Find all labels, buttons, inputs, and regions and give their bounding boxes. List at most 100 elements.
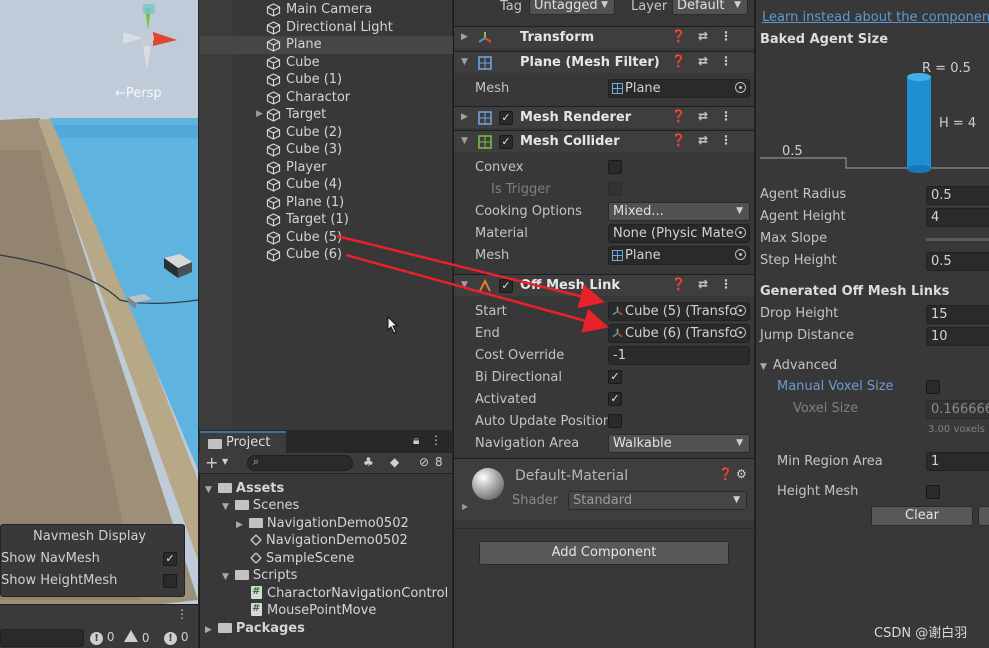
chevron-right-icon[interactable]: ▶ xyxy=(462,502,468,511)
drop-height-input[interactable]: 15 xyxy=(926,305,989,324)
off-mesh-link-header[interactable]: ▼ ✓ Off Mesh Link ❓⇄⋮ xyxy=(454,274,754,296)
agent-height-input[interactable]: 4 xyxy=(926,208,989,227)
step-height-input[interactable]: 0.5 xyxy=(926,252,989,271)
show-heightmesh-checkbox[interactable] xyxy=(163,574,177,588)
project-search-input[interactable]: ⌕ xyxy=(247,455,353,471)
tree-item-script-file[interactable]: CharactorNavigationControl xyxy=(251,583,448,603)
agent-radius-input[interactable]: 0.5 xyxy=(926,186,989,205)
manual-voxel-checkbox[interactable] xyxy=(926,380,940,394)
lock-icon[interactable]: 🔒︎ xyxy=(413,433,419,448)
add-component-button[interactable]: Add Component xyxy=(479,541,729,565)
filter-type-icon[interactable]: ♣ xyxy=(363,455,374,469)
hierarchy-item[interactable]: Cube (4) xyxy=(200,176,453,194)
component-header-icons[interactable]: ❓⇄⋮ xyxy=(671,133,744,147)
component-header-icons[interactable]: ❓⇄⋮ xyxy=(671,277,744,291)
help-icon[interactable]: ❓ xyxy=(671,54,698,68)
component-header-icons[interactable]: ❓⇄⋮ xyxy=(671,109,744,123)
transform-header[interactable]: ▶ Transform ❓⇄⋮ xyxy=(454,26,754,48)
gear-icon[interactable]: ⚙ xyxy=(736,467,747,481)
tree-item-packages[interactable]: ▶ Packages xyxy=(205,620,305,638)
hierarchy-item[interactable]: Cube (2) xyxy=(200,124,453,142)
mesh-collider-header[interactable]: ▼ ✓ Mesh Collider ❓⇄⋮ xyxy=(454,130,754,152)
more-menu-icon[interactable]: ⋮ xyxy=(720,133,744,147)
activated-checkbox[interactable]: ✓ xyxy=(608,392,622,406)
collider-mesh-field[interactable]: Plane xyxy=(608,246,750,265)
object-picker-icon[interactable] xyxy=(735,227,746,238)
hierarchy-item[interactable]: Main Camera xyxy=(200,1,453,19)
preset-icon[interactable]: ⇄ xyxy=(698,54,720,68)
navigation-area-dropdown[interactable]: Walkable ▼ xyxy=(608,434,750,453)
auto-update-checkbox[interactable] xyxy=(608,414,622,428)
tree-item-scene-folder[interactable]: ▶ NavigationDemo0502 xyxy=(236,515,409,533)
mesh-renderer-header[interactable]: ▶ ✓ Mesh Renderer ❓⇄⋮ xyxy=(454,106,754,128)
persp-label[interactable]: ←Persp xyxy=(115,86,162,101)
more-menu-icon[interactable]: ⋮ xyxy=(720,29,744,43)
hierarchy-item[interactable]: Cube (1) xyxy=(200,71,453,89)
hierarchy-item[interactable]: Cube (5) xyxy=(200,229,453,247)
jump-distance-input[interactable]: 10 xyxy=(926,327,989,346)
cooking-options-dropdown[interactable]: Mixed... ▼ xyxy=(608,202,750,221)
enabled-checkbox[interactable]: ✓ xyxy=(499,135,513,149)
bake-button[interactable] xyxy=(978,506,989,526)
tree-item-scripts[interactable]: ▼ Scripts xyxy=(222,567,297,585)
preset-icon[interactable]: ⇄ xyxy=(698,109,720,123)
enabled-checkbox[interactable]: ✓ xyxy=(499,279,513,293)
help-icon[interactable]: ❓ xyxy=(671,277,698,291)
cost-override-input[interactable]: -1 xyxy=(608,346,750,365)
more-menu-icon[interactable]: ⋮ xyxy=(720,109,744,123)
bi-directional-checkbox[interactable]: ✓ xyxy=(608,370,622,384)
convex-checkbox[interactable] xyxy=(608,160,622,174)
hierarchy-item[interactable]: Player xyxy=(200,159,453,177)
hidden-packages-icon[interactable]: ⊘ xyxy=(419,455,429,469)
help-icon[interactable]: ❓ xyxy=(718,467,733,481)
advanced-foldout[interactable]: ▼ Advanced xyxy=(760,358,837,373)
hierarchy-item[interactable]: Charactor xyxy=(200,89,453,107)
hierarchy-item[interactable]: Cube (3) xyxy=(200,141,453,159)
hierarchy-item[interactable]: Plane (1) xyxy=(200,194,453,212)
scene-gizmo[interactable] xyxy=(105,0,190,80)
object-picker-icon[interactable] xyxy=(735,249,746,260)
tree-item-scene-file[interactable]: SampleScene xyxy=(250,550,354,568)
help-icon[interactable]: ❓ xyxy=(671,29,698,43)
tab-project[interactable]: Project xyxy=(200,431,286,453)
tag-dropdown[interactable]: Untagged ▼ xyxy=(529,0,615,15)
component-header-icons[interactable]: ❓⇄⋮ xyxy=(671,54,744,68)
clear-button[interactable]: Clear xyxy=(871,506,973,526)
end-transform-field[interactable]: Cube (6) (Transfo xyxy=(608,324,750,343)
min-region-input[interactable]: 1 xyxy=(926,452,989,471)
hierarchy-item[interactable]: Directional Light xyxy=(200,19,453,37)
hierarchy-item[interactable]: Plane xyxy=(200,36,453,54)
preset-icon[interactable]: ⇄ xyxy=(698,277,720,291)
hierarchy-item[interactable]: ▶ Target xyxy=(200,106,453,124)
add-asset-button[interactable]: + xyxy=(205,453,218,472)
max-slope-slider[interactable] xyxy=(926,238,989,241)
physic-material-field[interactable]: None (Physic Mate xyxy=(608,224,750,243)
help-icon[interactable]: ❓ xyxy=(671,109,698,123)
preset-icon[interactable]: ⇄ xyxy=(698,29,720,43)
component-header-icons[interactable]: ❓⇄⋮ xyxy=(671,29,744,43)
enabled-checkbox[interactable]: ✓ xyxy=(499,111,513,125)
tree-item-scene-file[interactable]: NavigationDemo0502 xyxy=(250,532,408,550)
label-filter-icon[interactable]: ◆ xyxy=(390,455,399,469)
layer-dropdown[interactable]: Default ▼ xyxy=(672,0,748,15)
hierarchy-item[interactable]: Cube xyxy=(200,54,453,72)
tree-item-scenes[interactable]: ▼ Scenes xyxy=(222,497,299,515)
hierarchy-item[interactable]: Cube (6) xyxy=(200,246,453,264)
more-menu-icon[interactable]: ⋮ xyxy=(176,607,188,621)
learn-component-link[interactable]: Learn instead about the component xyxy=(762,10,989,25)
tree-item-script-file[interactable]: MousePointMove xyxy=(251,600,376,620)
tree-item-assets[interactable]: ▼ Assets xyxy=(205,480,284,498)
object-picker-icon[interactable] xyxy=(735,82,746,93)
hierarchy-item[interactable]: Target (1) xyxy=(200,211,453,229)
mesh-field[interactable]: Plane xyxy=(608,79,750,98)
more-menu-icon[interactable]: ⋮ xyxy=(720,54,744,68)
object-picker-icon[interactable] xyxy=(735,305,746,316)
more-menu-icon[interactable]: ⋮ xyxy=(430,433,442,447)
console-search-input[interactable] xyxy=(0,629,84,647)
help-icon[interactable]: ❓ xyxy=(671,133,698,147)
info-icon[interactable]: ! xyxy=(90,632,103,645)
warning-icon[interactable] xyxy=(124,630,138,642)
show-navmesh-checkbox[interactable]: ✓ xyxy=(163,552,177,566)
chevron-right-icon[interactable]: ▶ xyxy=(256,106,263,123)
mesh-filter-header[interactable]: ▼ Plane (Mesh Filter) ❓⇄⋮ xyxy=(454,51,754,73)
